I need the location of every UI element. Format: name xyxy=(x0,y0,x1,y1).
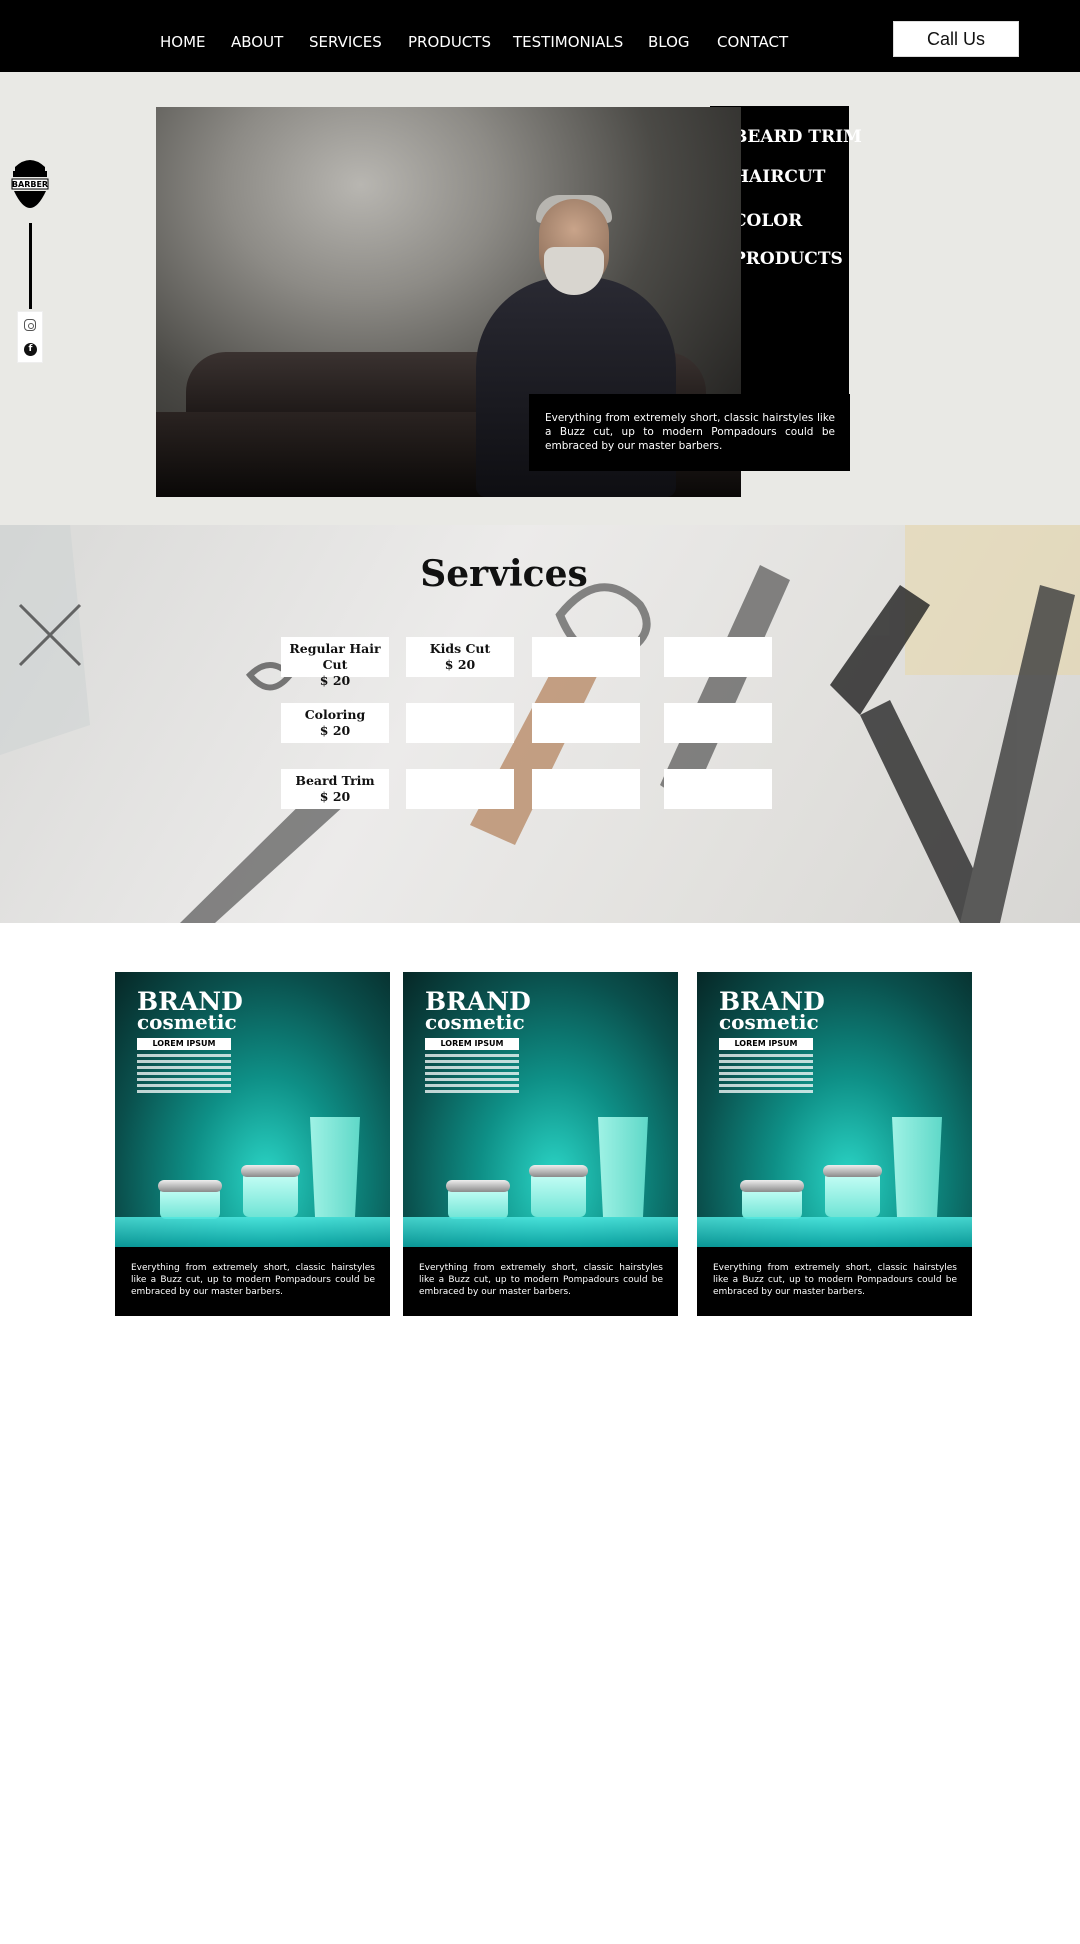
hero-caption-box: Everything from extremely short, classic… xyxy=(529,394,850,471)
product-label-bar: LOREM IPSUM xyxy=(137,1038,231,1050)
service-price: $ 20 xyxy=(319,673,351,688)
product-card[interactable]: BRAND cosmetic LOREM IPSUM Everything fr… xyxy=(115,972,390,1316)
service-price: $ 20 xyxy=(319,789,351,804)
site-header: HOME ABOUT SERVICES PRODUCTS TESTIMONIAL… xyxy=(0,0,1080,72)
service-card[interactable]: Beard Trim $ 20 xyxy=(281,769,389,809)
service-price: $ 20 xyxy=(319,723,351,738)
product-description: Everything from extremely short, classic… xyxy=(713,1263,957,1297)
service-card[interactable]: Kids Cut $ 20 xyxy=(406,637,514,677)
nav-products[interactable]: PRODUCTS xyxy=(408,33,491,51)
service-card[interactable] xyxy=(532,769,640,809)
service-card[interactable]: Coloring $ 20 xyxy=(281,703,389,743)
product-description: Everything from extremely short, classic… xyxy=(419,1263,663,1297)
product-description: Everything from extremely short, classic… xyxy=(131,1263,375,1297)
product-card[interactable]: BRAND cosmetic LOREM IPSUM Everything fr… xyxy=(403,972,678,1316)
service-card[interactable] xyxy=(406,703,514,743)
call-us-button[interactable]: Call Us xyxy=(893,21,1019,57)
nav-about[interactable]: ABOUT xyxy=(231,33,283,51)
product-label-bar: LOREM IPSUM xyxy=(719,1038,813,1050)
social-bar: f xyxy=(17,311,43,363)
menu-item-products[interactable]: PRODUCTS xyxy=(733,249,843,269)
instagram-icon[interactable] xyxy=(24,319,36,331)
services-section: Services Regular Hair Cut $ 20 Kids Cut $ … xyxy=(0,525,1080,923)
menu-item-beard-trim[interactable]: BEARD TRIM xyxy=(733,127,862,147)
logo-text: BARBER xyxy=(12,180,48,189)
product-lorem-lines xyxy=(719,1054,813,1096)
product-label-bar: LOREM IPSUM xyxy=(425,1038,519,1050)
service-card[interactable]: Regular Hair Cut $ 20 xyxy=(281,637,389,688)
nav-home[interactable]: HOME xyxy=(160,33,206,51)
service-card[interactable] xyxy=(406,769,514,809)
service-card[interactable] xyxy=(664,769,772,809)
product-sub: cosmetic xyxy=(425,1010,525,1034)
service-card[interactable] xyxy=(664,637,772,677)
sidebar-divider xyxy=(29,223,32,309)
service-name: Kids Cut xyxy=(429,641,491,656)
product-lorem-lines xyxy=(425,1054,519,1096)
service-card[interactable] xyxy=(532,637,640,677)
facebook-icon[interactable]: f xyxy=(24,343,37,356)
services-title: Services xyxy=(420,553,588,595)
menu-item-color[interactable]: COLOR xyxy=(733,211,802,231)
service-price: $ 20 xyxy=(444,657,476,672)
nav-contact[interactable]: CONTACT xyxy=(717,33,788,51)
product-sub: cosmetic xyxy=(719,1010,819,1034)
service-name: Regular Hair Cut xyxy=(289,641,381,672)
nav-services[interactable]: SERVICES xyxy=(309,33,382,51)
barber-logo[interactable]: BARBER xyxy=(9,153,51,219)
product-card[interactable]: BRAND cosmetic LOREM IPSUM Everything fr… xyxy=(697,972,972,1316)
service-card[interactable] xyxy=(532,703,640,743)
service-name: Coloring xyxy=(304,707,366,722)
menu-item-haircut[interactable]: HAIRCUT xyxy=(733,167,825,187)
hero-caption-text: Everything from extremely short, classic… xyxy=(545,412,835,452)
product-lorem-lines xyxy=(137,1054,231,1096)
product-image: BRAND cosmetic LOREM IPSUM xyxy=(403,972,678,1247)
product-sub: cosmetic xyxy=(137,1010,237,1034)
product-image: BRAND cosmetic LOREM IPSUM xyxy=(697,972,972,1247)
nav-testimonials[interactable]: TESTIMONIALS xyxy=(513,33,623,51)
service-card[interactable] xyxy=(664,703,772,743)
nav-blog[interactable]: BLOG xyxy=(648,33,690,51)
service-name: Beard Trim xyxy=(295,773,375,788)
product-image: BRAND cosmetic LOREM IPSUM xyxy=(115,972,390,1247)
